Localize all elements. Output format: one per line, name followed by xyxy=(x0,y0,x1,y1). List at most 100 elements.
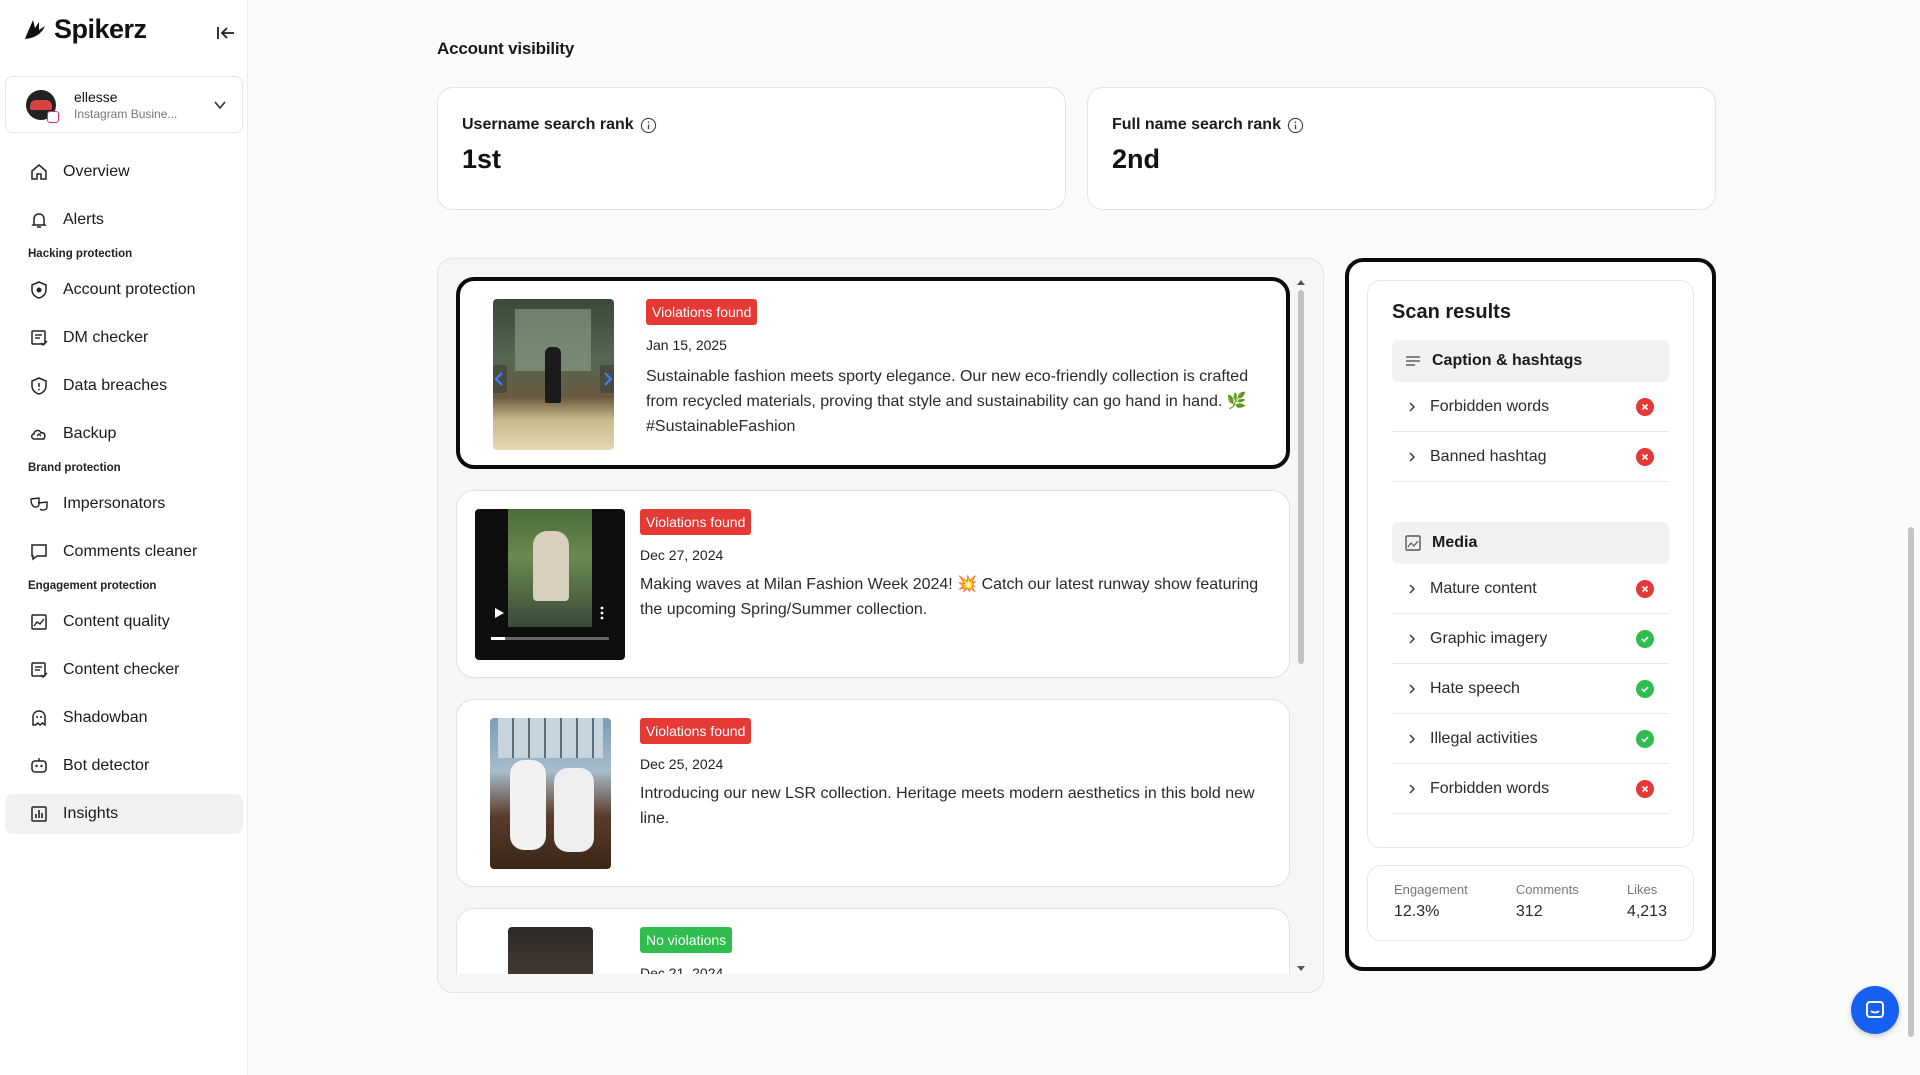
scan-results-card: Scan results Caption & hashtags Forbidde… xyxy=(1367,280,1694,848)
chevron-down-icon xyxy=(214,100,226,109)
post-date: Dec 25, 2024 xyxy=(640,756,724,772)
scroll-down-arrow[interactable] xyxy=(1297,966,1305,971)
scan-group-label: Caption & hashtags xyxy=(1432,352,1583,369)
stat-likes: Likes 4,213 xyxy=(1627,882,1667,940)
page-scrollbar-thumb[interactable] xyxy=(1908,527,1914,1037)
ghost-icon xyxy=(32,710,46,727)
status-badge: Violations found xyxy=(640,718,752,744)
nav-section-hacking: Hacking protection xyxy=(28,248,133,260)
info-icon[interactable] xyxy=(1287,117,1304,134)
sidebar-item-label: Content checker xyxy=(63,661,180,678)
account-type: Instagram Busine... xyxy=(74,106,178,121)
username-rank-label: Username search rank xyxy=(462,116,634,133)
sidebar-item-bot-detector[interactable]: Bot detector xyxy=(5,746,243,786)
scan-item-label: Illegal activities xyxy=(1430,729,1538,747)
chevron-right-icon xyxy=(604,372,613,386)
post-stats-card: Engagement 12.3% Comments 312 Likes 4,21… xyxy=(1367,865,1694,941)
sidebar-nav: Overview Alerts Hacking protection Accou… xyxy=(5,152,243,842)
sidebar-item-content-checker[interactable]: Content checker xyxy=(5,650,243,690)
status-badge: Violations found xyxy=(640,509,752,535)
chevron-left-icon xyxy=(494,372,503,386)
carousel-next-button[interactable] xyxy=(600,365,614,393)
check-icon xyxy=(1636,629,1654,648)
chat-icon xyxy=(1866,1001,1884,1018)
bell-icon xyxy=(31,213,47,228)
post-video-thumbnail xyxy=(475,509,625,660)
collapse-sidebar-button[interactable] xyxy=(212,20,240,46)
scan-item-forbidden-words[interactable]: Forbidden words xyxy=(1392,382,1669,432)
play-icon[interactable] xyxy=(493,607,505,619)
sidebar-item-label: Shadowban xyxy=(63,709,148,726)
image-chart-icon xyxy=(31,614,47,630)
chevron-right-icon xyxy=(1409,634,1415,643)
scan-item-graphic-imagery[interactable]: Graphic imagery xyxy=(1392,614,1669,664)
nav-section-engagement: Engagement protection xyxy=(28,580,157,592)
fail-icon xyxy=(1636,579,1654,598)
sidebar-item-data-breaches[interactable]: Data breaches xyxy=(5,366,243,406)
image-icon xyxy=(1405,535,1421,551)
masks-icon xyxy=(30,497,48,511)
post-card[interactable]: Violations found Dec 25, 2024 Introducin… xyxy=(456,699,1290,887)
sidebar-item-label: Backup xyxy=(63,425,117,442)
sidebar-item-overview[interactable]: Overview xyxy=(5,152,243,192)
fullname-rank-card: Full name search rank 2nd xyxy=(1087,87,1716,210)
scan-item-forbidden-words-media[interactable]: Forbidden words xyxy=(1392,764,1669,814)
chevron-right-icon xyxy=(1409,584,1415,593)
message-check-icon xyxy=(31,330,48,346)
sidebar-item-insights[interactable]: Insights xyxy=(5,794,243,834)
check-icon xyxy=(1636,679,1654,698)
sidebar-item-dm-checker[interactable]: DM checker xyxy=(5,318,243,358)
sidebar-item-account-protection[interactable]: Account protection xyxy=(5,270,243,310)
video-progress-bar[interactable] xyxy=(491,637,609,640)
bar-chart-icon xyxy=(31,806,47,822)
scan-results-panel: Scan results Caption & hashtags Forbidde… xyxy=(1345,258,1716,971)
post-date: Dec 27, 2024 xyxy=(640,547,724,563)
chat-launcher-button[interactable] xyxy=(1851,986,1899,1034)
stat-value: 4,213 xyxy=(1626,903,1667,920)
carousel-prev-button[interactable] xyxy=(493,365,507,393)
account-switcher[interactable]: ellesse Instagram Busine... xyxy=(5,76,243,133)
scan-item-mature-content[interactable]: Mature content xyxy=(1392,564,1669,614)
post-card[interactable]: Violations found Dec 27, 2024 Making wav… xyxy=(456,490,1290,678)
scan-item-banned-hashtag[interactable]: Banned hashtag xyxy=(1392,432,1669,482)
sidebar-item-shadowban[interactable]: Shadowban xyxy=(5,698,243,738)
avatar xyxy=(26,89,59,123)
post-card[interactable]: Violations found Jan 15, 2025 Sustainabl… xyxy=(456,277,1290,469)
stat-engagement: Engagement 12.3% xyxy=(1394,882,1468,940)
post-caption: Making waves at Milan Fashion Week 2024!… xyxy=(640,576,1259,618)
sidebar-item-label: Insights xyxy=(63,805,119,822)
post-date: Dec 21, 2024 xyxy=(640,965,724,974)
sidebar-item-comments-cleaner[interactable]: Comments cleaner xyxy=(5,532,243,572)
status-badge: Violations found xyxy=(646,299,758,325)
nav-section-brand: Brand protection xyxy=(28,462,121,474)
sidebar-item-content-quality[interactable]: Content quality xyxy=(5,602,243,642)
fullname-rank-label: Full name search rank xyxy=(1112,116,1281,133)
scan-item-label: Banned hashtag xyxy=(1430,447,1547,465)
scan-item-label: Forbidden words xyxy=(1430,397,1550,415)
scan-item-label: Graphic imagery xyxy=(1430,629,1548,647)
scan-item-illegal-activities[interactable]: Illegal activities xyxy=(1392,714,1669,764)
posts-scrollbar-thumb[interactable] xyxy=(1298,290,1304,664)
account-name: ellesse xyxy=(74,88,118,105)
username-rank-value: 1st xyxy=(462,144,502,174)
logo[interactable]: Spikerz xyxy=(22,14,147,45)
chevron-right-icon xyxy=(1409,734,1415,743)
scan-item-hate-speech[interactable]: Hate speech xyxy=(1392,664,1669,714)
comment-icon xyxy=(31,544,47,561)
app-name: Spikerz xyxy=(54,14,147,44)
scan-item-label: Mature content xyxy=(1430,579,1537,597)
scroll-up-arrow[interactable] xyxy=(1297,280,1305,285)
posts-panel: Violations found Jan 15, 2025 Sustainabl… xyxy=(437,258,1324,993)
sidebar-item-impersonators[interactable]: Impersonators xyxy=(5,484,243,524)
sidebar-item-backup[interactable]: Backup xyxy=(5,414,243,454)
chevron-right-icon xyxy=(1409,684,1415,693)
post-thumbnail xyxy=(493,299,614,450)
post-card[interactable]: No violations Dec 21, 2024 xyxy=(456,908,1290,974)
info-icon[interactable] xyxy=(640,117,657,134)
sidebar-item-alerts[interactable]: Alerts xyxy=(5,200,243,240)
more-vertical-icon[interactable] xyxy=(599,605,605,621)
posts-list[interactable]: Violations found Jan 15, 2025 Sustainabl… xyxy=(456,277,1290,974)
home-icon xyxy=(31,164,47,180)
scan-item-label: Forbidden words xyxy=(1430,779,1550,797)
post-caption: Introducing our new LSR collection. Heri… xyxy=(640,785,1255,827)
